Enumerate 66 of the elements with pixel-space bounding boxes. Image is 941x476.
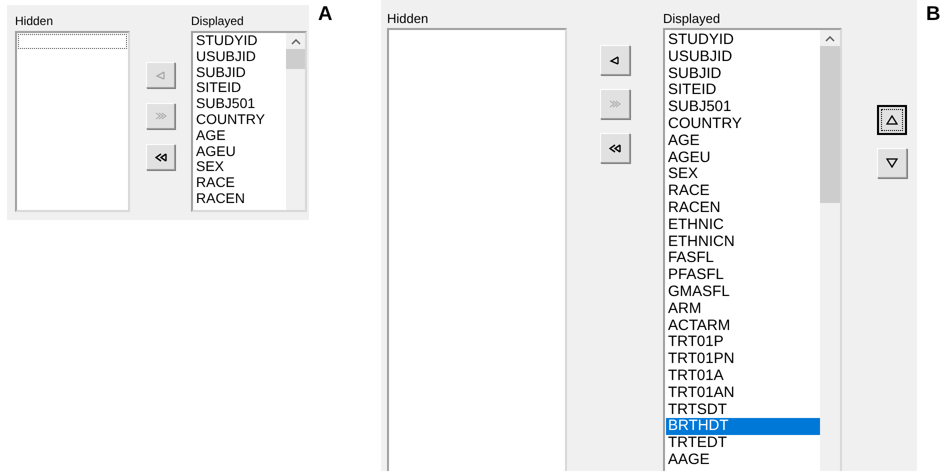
list-label: Hidden — [387, 10, 430, 28]
double-right-arrow-icon — [154, 111, 166, 121]
scroll-thumb[interactable] — [286, 49, 305, 69]
list-item[interactable]: COUNTRY — [666, 116, 820, 133]
list-item[interactable]: SUBJID — [666, 66, 820, 82]
up-triangle-icon — [886, 115, 898, 125]
list-item[interactable]: TRTEDT — [666, 435, 820, 452]
list-item[interactable]: TRT01P — [666, 334, 820, 352]
list-item[interactable]: SITEID — [666, 82, 820, 100]
list-item[interactable]: SITEID — [194, 80, 286, 96]
list-item[interactable]: BRTHDT — [666, 418, 820, 436]
scroll-thumb[interactable] — [820, 46, 840, 203]
panel-letter: B — [926, 3, 940, 25]
panel-letter: A — [318, 3, 332, 25]
list-item[interactable]: RACEN — [194, 190, 286, 207]
scrollbar[interactable] — [820, 30, 840, 471]
list-item[interactable]: TRTSDT — [666, 402, 820, 418]
list-item[interactable]: STUDYID — [666, 32, 820, 49]
list-item[interactable]: TRT01A — [666, 368, 820, 385]
down-triangle-icon — [886, 158, 898, 168]
hidden-list[interactable] — [387, 28, 567, 471]
list-item[interactable]: STUDYID — [194, 33, 286, 49]
list-item[interactable]: RACE — [666, 183, 820, 200]
list-item[interactable]: AGE — [666, 132, 820, 150]
list-item[interactable]: ETHNIC — [666, 216, 820, 234]
list-label: Displayed — [663, 10, 722, 28]
list-item[interactable]: AGEU — [194, 144, 286, 160]
list-item[interactable]: AGE — [194, 128, 286, 144]
list-item[interactable]: USUBJID — [666, 48, 820, 66]
list-item[interactable]: TRT01AN — [666, 384, 820, 402]
scroll-up-icon[interactable] — [825, 36, 835, 42]
move-up-button[interactable] — [877, 105, 907, 135]
left-arrow-icon — [609, 55, 621, 65]
list-item[interactable]: TRT01PN — [666, 351, 820, 368]
list-item[interactable]: PFASFL — [666, 267, 820, 284]
list-item[interactable]: SUBJ501 — [666, 99, 820, 116]
list-label: Hidden — [15, 13, 54, 30]
displayed-list[interactable]: STUDYID USUBJID SUBJID SITEID SUBJ501 COUNTRY AGE AGEU SEX RACE RACEN — [191, 31, 307, 212]
move-all-left-button[interactable] — [600, 133, 630, 163]
list-item[interactable]: ACTARM — [666, 318, 820, 334]
list-label: Displayed — [191, 13, 245, 30]
list-item[interactable]: RACE — [194, 175, 286, 191]
list-item[interactable]: SEX — [666, 166, 820, 184]
scroll-up-icon[interactable] — [290, 39, 300, 45]
list-item[interactable]: AAGE — [666, 452, 820, 469]
double-left-arrow-icon — [609, 143, 621, 153]
left-arrow-icon — [154, 70, 166, 80]
list-item[interactable]: RACEN — [666, 200, 820, 217]
double-right-arrow-icon — [609, 99, 621, 109]
hidden-list[interactable] — [15, 31, 130, 212]
list-item[interactable]: ETHNICN — [666, 234, 820, 250]
double-left-arrow-icon — [154, 152, 166, 162]
scrollbar[interactable] — [286, 33, 305, 210]
list-item[interactable]: COUNTRY — [194, 112, 286, 128]
list-item[interactable]: USUBJID — [194, 48, 286, 65]
list-item[interactable]: SUBJ501 — [194, 96, 286, 112]
move-left-button[interactable] — [600, 45, 630, 75]
list-item[interactable]: AGEU — [666, 150, 820, 166]
displayed-list[interactable]: STUDYID USUBJID SUBJID SITEID SUBJ501 COUNTRY AGE AGEU SEX RACE RACEN ETHNIC ETHNICN FASFL PFASFL GMASFL ARM ACTARM TRT01P TRT01PN TRT01A TRT01AN TRTSDT BRTHDT TRTEDT AAGE — [663, 28, 842, 471]
list-item[interactable]: ARM — [666, 300, 820, 318]
list-item[interactable]: FASFL — [666, 250, 820, 268]
list-item[interactable]: GMASFL — [666, 284, 820, 301]
move-all-left-button[interactable] — [146, 144, 175, 170]
list-item[interactable]: SUBJID — [194, 64, 286, 80]
list-item[interactable]: SEX — [194, 159, 286, 176]
move-down-button[interactable] — [877, 148, 907, 178]
